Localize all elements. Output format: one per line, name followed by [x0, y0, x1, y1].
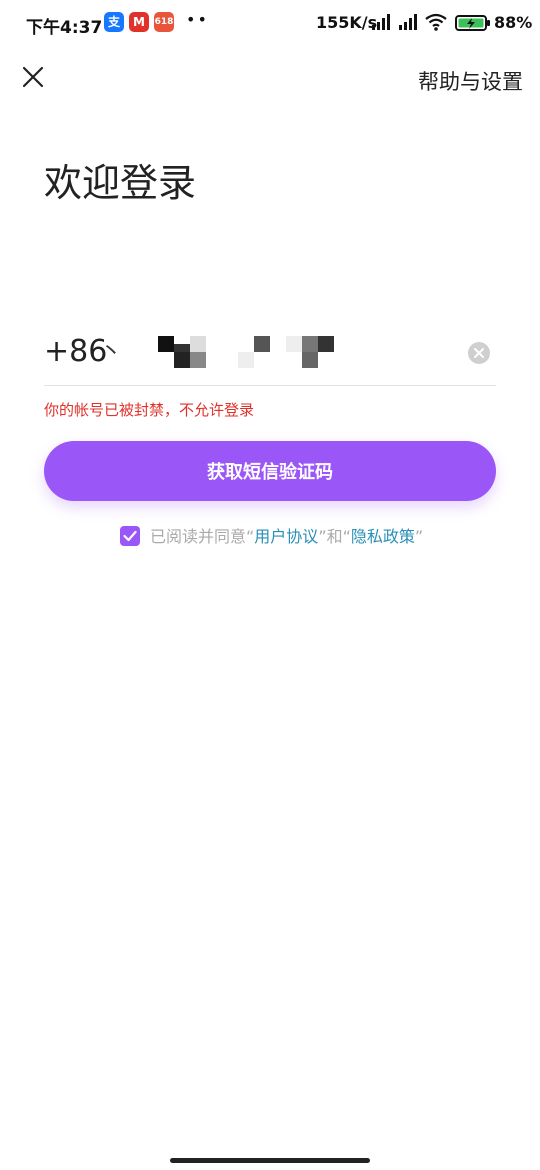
more-notifications-icon: ••: [186, 10, 209, 29]
clear-icon: [474, 348, 484, 358]
user-agreement-link[interactable]: 用户协议: [254, 527, 318, 546]
close-icon: [22, 66, 44, 88]
status-bar: 下午4:37 支 M 618 •• 155K/s 88%: [0, 0, 540, 48]
agreement-mid-text: ”和“: [318, 527, 351, 546]
net-speed: 155K/s: [316, 13, 378, 32]
agree-checkbox[interactable]: [120, 526, 140, 546]
checkmark-icon: [123, 530, 137, 542]
wifi-icon: [425, 13, 447, 31]
clear-input-button[interactable]: [468, 342, 490, 364]
status-time: 下午4:37: [26, 18, 103, 38]
metro-icon: M: [129, 12, 149, 32]
page-title: 欢迎登录: [44, 161, 197, 205]
battery-percent: 88%: [494, 13, 533, 32]
masked-phone-number: [158, 336, 334, 368]
sale-618-icon: 618: [154, 12, 174, 32]
signal-icon-2: [399, 14, 417, 30]
agreement-suffix-text: ”: [414, 527, 424, 546]
agreement-prefix-text: 已阅读并同意“: [150, 527, 255, 546]
country-code-prefix[interactable]: +86: [44, 334, 107, 369]
prefix-separator: 丶: [100, 340, 123, 365]
get-sms-code-button[interactable]: 获取短信验证码: [44, 441, 496, 501]
error-message: 你的帐号已被封禁，不允许登录: [44, 401, 255, 419]
signal-icon-1: [372, 14, 390, 30]
help-settings-link[interactable]: 帮助与设置: [418, 66, 523, 96]
alipay-icon: 支: [104, 12, 124, 32]
phone-input-field[interactable]: +86 丶: [44, 330, 496, 386]
home-indicator[interactable]: [170, 1158, 370, 1163]
close-button[interactable]: [18, 62, 48, 92]
privacy-policy-link[interactable]: 隐私政策: [351, 527, 415, 546]
battery-icon: [455, 15, 490, 31]
